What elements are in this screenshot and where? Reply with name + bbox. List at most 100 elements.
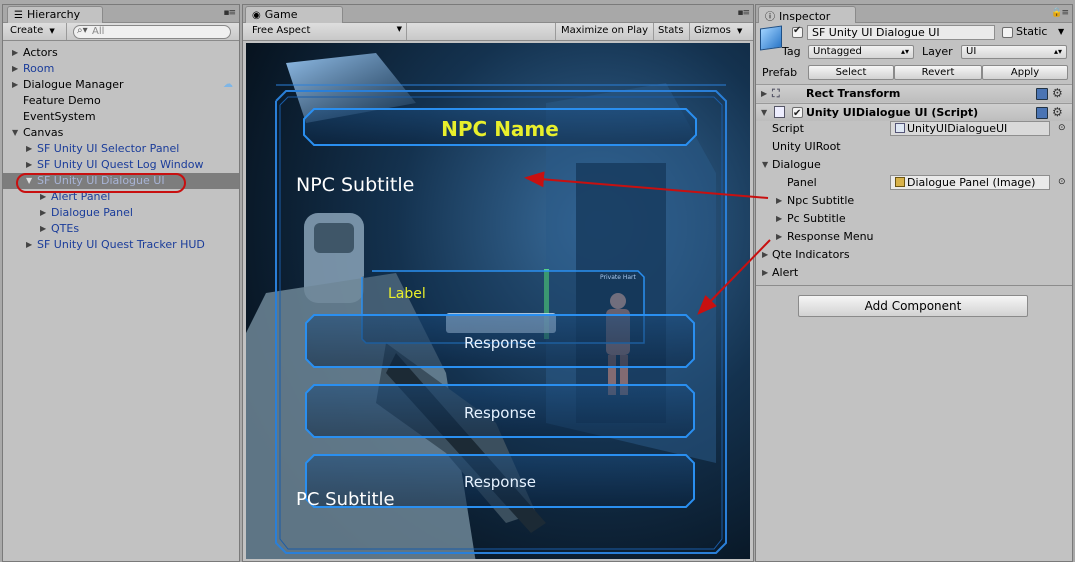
tab-inspector[interactable]: ⓘ Inspector — [758, 6, 856, 23]
collapse-arrow-icon[interactable]: ▼ — [762, 160, 768, 169]
image-icon — [895, 177, 905, 187]
panel-menu-icon[interactable]: ▪≡ — [223, 8, 236, 18]
qte-indicators-field-label[interactable]: Qte Indicators — [772, 248, 850, 261]
gear-icon[interactable]: ⚙ — [1052, 106, 1064, 118]
object-name-field[interactable]: SF Unity UI Dialogue UI — [807, 25, 995, 40]
tag-dropdown[interactable]: Untagged ▴▾ — [808, 45, 914, 59]
hierarchy-list-icon: ☰ — [14, 10, 23, 21]
pc-subtitle-text: PC Subtitle — [296, 489, 395, 510]
alert-field-label[interactable]: Alert — [772, 266, 798, 279]
static-dropdown-icon[interactable]: ▼ — [1058, 27, 1064, 36]
response-button-2[interactable]: Response — [305, 384, 695, 438]
response-button-1[interactable]: Response — [305, 314, 695, 368]
prefab-revert-button[interactable]: Revert — [894, 65, 982, 80]
panel-label: Panel — [787, 176, 817, 189]
create-label: Create — [10, 25, 44, 36]
separator-line — [756, 285, 1072, 286]
scene-tag-text: Private Hart — [600, 274, 636, 281]
help-book-icon[interactable] — [1036, 107, 1048, 119]
expand-arrow-icon[interactable]: ▶ — [776, 214, 782, 223]
expand-arrow-icon[interactable]: ▶ — [26, 157, 36, 173]
npc-name-plate: NPC Name — [303, 108, 697, 146]
tab-game[interactable]: ◉ Game — [245, 6, 343, 23]
expand-arrow-icon[interactable]: ▶ — [776, 196, 782, 205]
script-component-icon — [774, 106, 785, 118]
object-picker-icon[interactable]: ⊙ — [1058, 177, 1066, 187]
collapse-arrow-icon[interactable]: ▼ — [761, 104, 767, 121]
pc-subtitle-field-label[interactable]: Pc Subtitle — [787, 212, 846, 225]
updown-icon: ▴▾ — [900, 47, 909, 56]
tree-item-quest-log-window[interactable]: ▶ SF Unity UI Quest Log Window — [3, 157, 239, 173]
expand-arrow-icon[interactable]: ▶ — [26, 141, 36, 157]
rect-transform-icon: ⛶ — [772, 87, 780, 100]
cloud-icon: ☁ — [223, 79, 233, 90]
static-label: Static — [1016, 25, 1048, 38]
unity-ui-root-label: Unity UIRoot — [772, 140, 841, 153]
script-label: Script — [772, 122, 804, 135]
tree-item-quest-tracker-hud[interactable]: ▶ SF Unity UI Quest Tracker HUD — [3, 237, 239, 253]
hierarchy-panel: ☰ Hierarchy ▪≡ Create ▼ ⌕▾ All ▶ Actors ▶ R… — [2, 4, 240, 562]
layer-label: Layer — [922, 45, 953, 58]
response-1-text: Response — [464, 334, 536, 352]
prefab-select-button[interactable]: Select — [808, 65, 894, 80]
search-input[interactable]: ⌕▾ All — [73, 25, 231, 39]
maximize-on-play-toggle[interactable]: Maximize on Play — [555, 23, 655, 40]
gear-icon[interactable]: ⚙ — [1052, 87, 1064, 99]
dropdown-caret-icon: ▼ — [737, 27, 743, 35]
layer-dropdown[interactable]: UI ▴▾ — [961, 45, 1067, 59]
label-text: Label — [388, 286, 426, 302]
expand-arrow-icon[interactable]: ▶ — [26, 237, 36, 253]
help-book-icon[interactable] — [1036, 88, 1048, 100]
panel-menu-icon[interactable]: ▪≡ — [737, 8, 750, 18]
lock-and-menu-icon[interactable]: 🔒≡ — [1051, 8, 1069, 18]
annotation-highlight-oval — [16, 173, 186, 193]
tab-hierarchy[interactable]: ☰ Hierarchy — [7, 6, 103, 23]
tree-item-room[interactable]: ▶ Room — [3, 61, 239, 77]
stats-toggle[interactable]: Stats — [653, 23, 690, 40]
expand-arrow-icon[interactable]: ▶ — [12, 77, 22, 93]
tree-item-qtes[interactable]: ▶ QTEs — [3, 221, 239, 237]
tree-item-dialogue-manager[interactable]: ▶ Dialogue Manager ☁ — [3, 77, 239, 93]
dialogue-label: Dialogue — [772, 158, 821, 171]
component-enabled-checkbox[interactable] — [792, 105, 803, 122]
expand-arrow-icon[interactable]: ▶ — [12, 45, 22, 61]
prefab-label: Prefab — [762, 66, 798, 79]
expand-arrow-icon[interactable]: ▶ — [762, 268, 768, 277]
collapse-arrow-icon[interactable]: ▼ — [12, 125, 22, 141]
expand-arrow-icon[interactable]: ▶ — [776, 232, 782, 241]
prefab-apply-button[interactable]: Apply — [982, 65, 1068, 80]
expand-arrow-icon[interactable]: ▶ — [761, 85, 767, 102]
updown-icon: ▴▾ — [1053, 47, 1062, 56]
object-picker-icon[interactable]: ⊙ — [1058, 123, 1066, 133]
rect-transform-header[interactable]: ▶ ⛶ Rect Transform ⚙ — [756, 84, 1072, 102]
tree-item-selector-panel[interactable]: ▶ SF Unity UI Selector Panel — [3, 141, 239, 157]
panel-field[interactable]: Dialogue Panel (Image) — [890, 175, 1050, 190]
rect-transform-title: Rect Transform — [806, 87, 901, 100]
expand-arrow-icon[interactable]: ▶ — [40, 221, 50, 237]
tree-item-eventsystem[interactable]: EventSystem — [3, 109, 239, 125]
npc-name-text: NPC Name — [441, 117, 559, 141]
game-scene: NPC Name NPC Subtitle Private Hart Label… — [246, 43, 750, 559]
expand-arrow-icon[interactable]: ▶ — [12, 61, 22, 77]
expand-arrow-icon[interactable]: ▶ — [762, 250, 768, 259]
gameobject-cube-icon — [760, 25, 782, 51]
script-component-title: Unity UIDialogue UI (Script) — [806, 106, 979, 119]
tag-label: Tag — [782, 45, 801, 58]
script-component-header[interactable]: ▼ Unity UIDialogue UI (Script) ⚙ — [756, 103, 1072, 122]
create-button[interactable]: Create ▼ — [5, 23, 67, 40]
active-checkbox[interactable] — [792, 25, 803, 38]
gizmos-dropdown[interactable]: Gizmos ▼ — [689, 23, 747, 40]
tree-item-feature-demo[interactable]: Feature Demo — [3, 93, 239, 109]
tree-item-dialogue-panel[interactable]: ▶ Dialogue Panel — [3, 205, 239, 221]
npc-subtitle-field-label[interactable]: Npc Subtitle — [787, 194, 854, 207]
response-menu-field-label[interactable]: Response Menu — [787, 230, 874, 243]
static-checkbox[interactable] — [1002, 27, 1013, 38]
script-field[interactable]: UnityUIDialogueUI — [890, 121, 1050, 136]
npc-subtitle-text: NPC Subtitle — [296, 174, 414, 196]
add-component-button[interactable]: Add Component — [798, 295, 1028, 317]
tree-item-canvas[interactable]: ▼ Canvas — [3, 125, 239, 141]
tree-item-actors[interactable]: ▶ Actors — [3, 45, 239, 61]
game-viewport[interactable]: NPC Name NPC Subtitle Private Hart Label… — [246, 43, 750, 559]
aspect-dropdown[interactable]: Free Aspect ▼ — [247, 23, 407, 40]
expand-arrow-icon[interactable]: ▶ — [40, 205, 50, 221]
